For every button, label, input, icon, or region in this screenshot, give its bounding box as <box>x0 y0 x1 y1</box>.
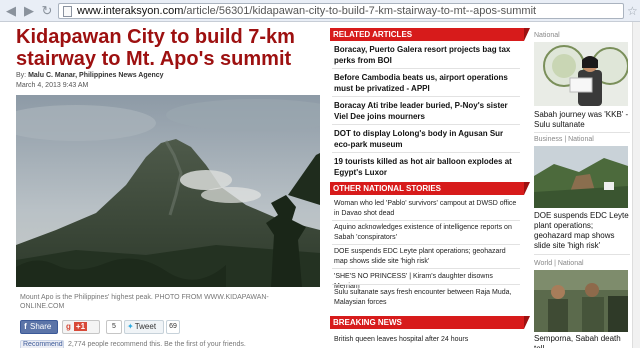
article-headline: Kidapawan City to build 7-km stairway to… <box>16 26 295 70</box>
sidebar-headline[interactable]: DOE suspends EDC Leyte plant operations;… <box>534 211 630 251</box>
related-article-link[interactable]: Before Cambodia beats us, airport operat… <box>334 72 520 94</box>
address-bar[interactable]: www.interaksyon.com/article/56301/kidapa… <box>58 3 624 19</box>
tweet-count: 69 <box>166 320 180 334</box>
breaking-news-link[interactable]: British queen leaves hospital after 24 h… <box>334 335 520 345</box>
related-article-link[interactable]: DOT to display Lolong's body in Agusan S… <box>334 128 520 150</box>
forward-arrow-icon[interactable]: ▶ <box>21 3 37 19</box>
google-icon: g <box>66 322 71 331</box>
sidebar-category[interactable]: World | National <box>534 259 584 268</box>
related-article-link[interactable]: Boracay Ati tribe leader buried, P-Noy's… <box>334 100 520 122</box>
soldiers-image <box>534 270 628 332</box>
landslide-site-image <box>534 146 628 208</box>
google-plus-button[interactable]: g +1 <box>62 320 100 334</box>
reload-icon[interactable]: ↻ <box>39 3 55 19</box>
related-article-link[interactable]: 19 tourists killed as hot air balloon ex… <box>334 156 520 178</box>
article-date: March 4, 2013 9:43 AM <box>16 82 89 89</box>
url-text[interactable]: www.interaksyon.com/article/56301/kidapa… <box>77 5 536 18</box>
page-scrollbar[interactable] <box>632 22 640 348</box>
byline-author[interactable]: Malu C. Manar, Philippines News Agency <box>28 72 164 79</box>
related-article-link[interactable]: Boracay, Puerto Galera resort projects b… <box>334 44 520 66</box>
sidebar-image[interactable] <box>534 146 628 208</box>
related-articles-title: RELATED ARTICLES <box>333 30 413 39</box>
sidebar-image[interactable] <box>534 270 628 332</box>
byline-prefix: By: <box>16 72 27 79</box>
press-conference-image <box>534 42 628 106</box>
tweet-button[interactable]: ✦Tweet <box>124 320 164 334</box>
browser-toolbar: ◀ ▶ ↻ www.interaksyon.com/article/56301/… <box>0 0 640 22</box>
national-story-link[interactable]: Sulu sultanate says fresh encounter betw… <box>334 288 520 308</box>
sidebar-image[interactable] <box>534 42 628 106</box>
google-plus-label: +1 <box>73 322 88 331</box>
back-arrow-icon[interactable]: ◀ <box>3 3 19 19</box>
national-story-link[interactable]: Woman who led 'Pablo' survivors' campout… <box>334 199 520 219</box>
page-icon <box>63 6 72 17</box>
article-photo <box>16 95 320 287</box>
sidebar-headline[interactable]: Semporna, Sabah death toll <box>534 334 630 348</box>
twitter-bird-icon: ✦ <box>127 322 134 331</box>
other-national-title: OTHER NATIONAL STORIES <box>333 184 442 193</box>
mount-apo-image <box>16 95 320 287</box>
sidebar-category[interactable]: Business | National <box>534 135 594 144</box>
facebook-recommend-button[interactable]: Recommend <box>20 340 64 348</box>
photo-caption: Mount Apo is the Philippines' highest pe… <box>20 294 269 310</box>
breaking-news-title: BREAKING NEWS <box>333 318 402 327</box>
sidebar-category[interactable]: National <box>534 31 560 40</box>
article-byline: By: Malu C. Manar, Philippines News Agen… <box>16 71 164 80</box>
recommend-count-text: 2,774 people recommend this. Be the firs… <box>68 341 246 348</box>
facebook-icon: f <box>24 322 27 331</box>
national-story-link[interactable]: Aquino acknowledges existence of intelli… <box>334 223 520 243</box>
sidebar-headline[interactable]: Sabah journey was 'KKB' - Sulu sultanate <box>534 110 630 130</box>
bookmark-star-icon[interactable]: ☆ <box>627 3 638 19</box>
facebook-share-label: Share <box>30 322 52 331</box>
breaking-news-header: BREAKING NEWS <box>330 316 530 329</box>
related-articles-header: RELATED ARTICLES <box>330 28 530 41</box>
google-plus-count: 5 <box>106 320 122 334</box>
other-national-header: OTHER NATIONAL STORIES <box>330 182 530 195</box>
national-story-link[interactable]: DOE suspends EDC Leyte plant operations;… <box>334 247 520 267</box>
facebook-share-button[interactable]: f Share <box>20 320 58 334</box>
tweet-label: Tweet <box>134 322 157 331</box>
